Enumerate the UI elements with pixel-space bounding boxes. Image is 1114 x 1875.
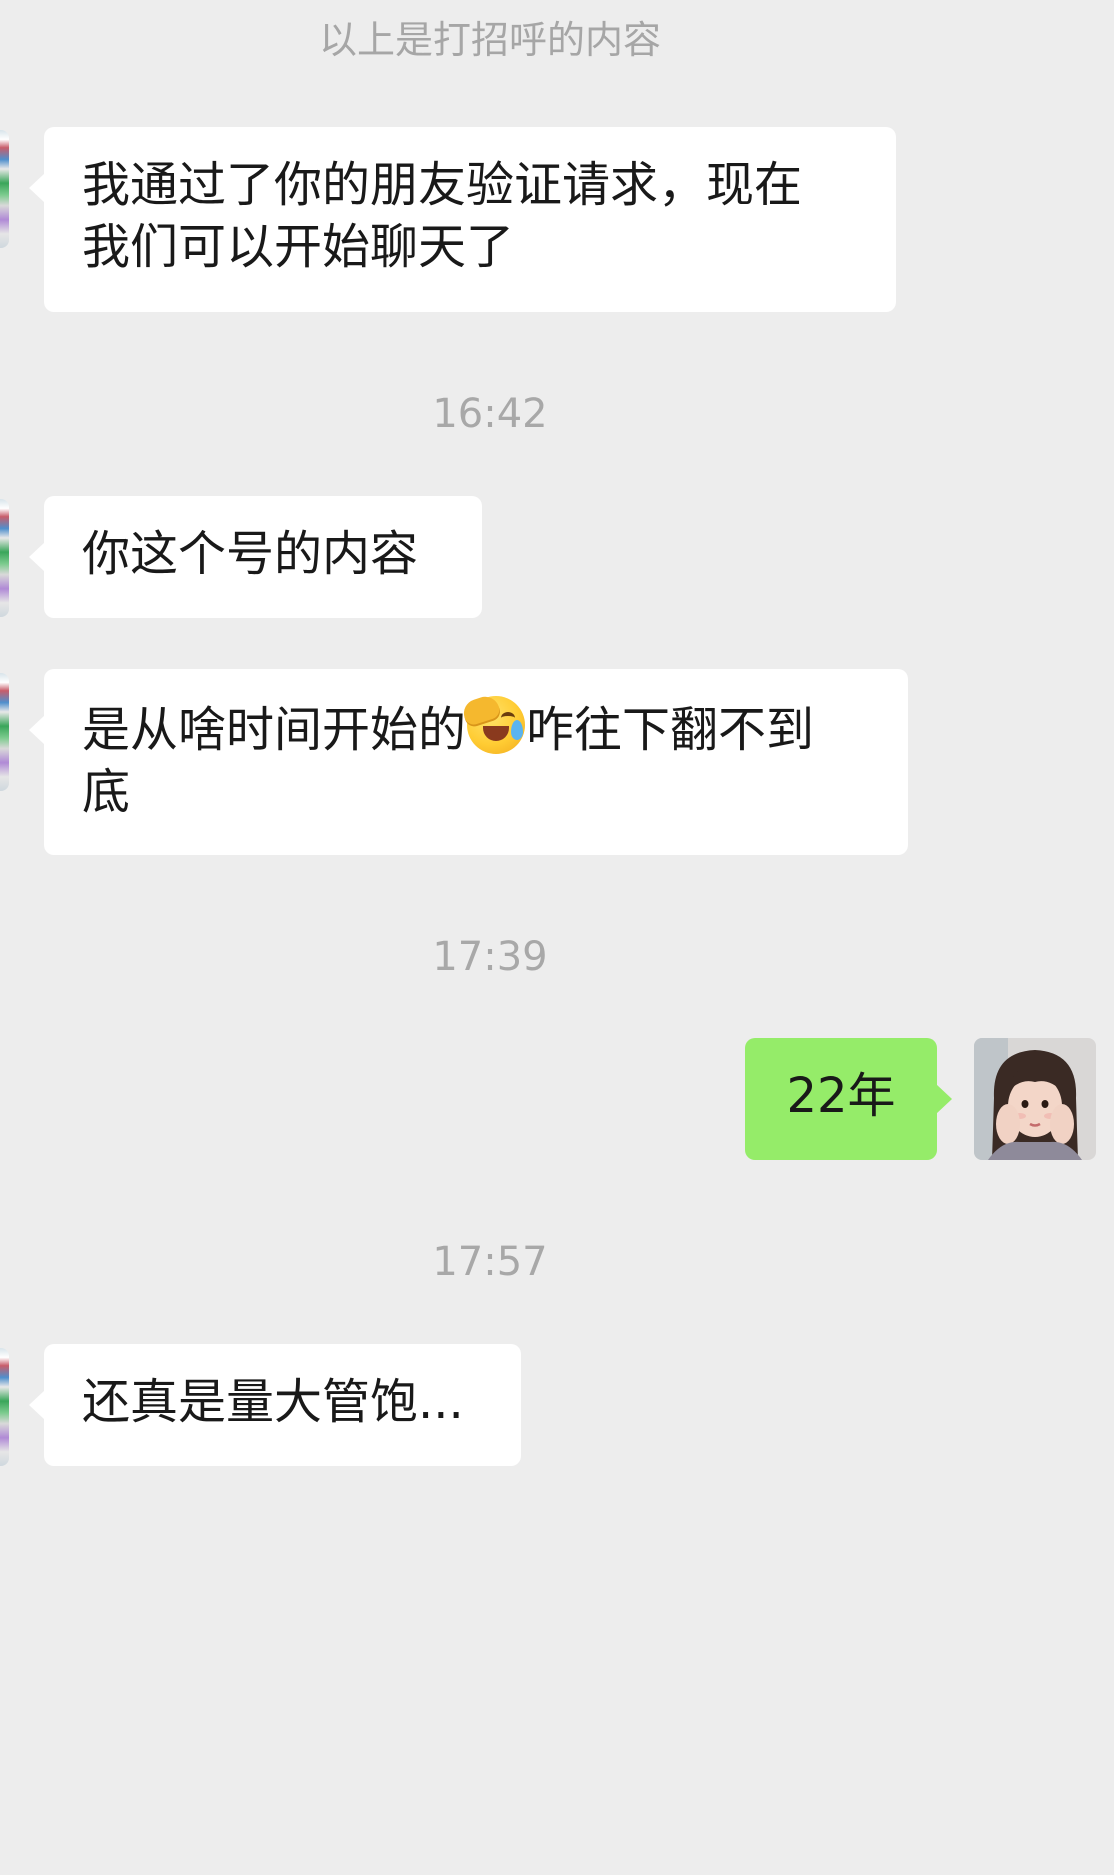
- incoming-message-bubble[interactable]: 你这个号的内容: [29, 496, 482, 618]
- incoming-message-bubble[interactable]: 我通过了你的朋友验证请求，现在 我们可以开始聊天了: [29, 127, 896, 312]
- message-line: 是从啥时间开始的 咋往下翻不到: [82, 693, 870, 761]
- message-line: 我通过了你的朋友验证请求，现在: [82, 157, 803, 213]
- contact-avatar[interactable]: [0, 499, 9, 617]
- timestamp: 17:57: [432, 1239, 548, 1285]
- incoming-message-bubble[interactable]: 还真是量大管饱...: [29, 1344, 521, 1466]
- message-line: 底: [82, 764, 131, 820]
- contact-avatar[interactable]: [0, 130, 9, 248]
- message-text: 还真是量大管饱...: [82, 1374, 464, 1430]
- message-line: 我们可以开始聊天了: [82, 219, 515, 275]
- message-text: 咋往下翻不到: [526, 702, 815, 758]
- face-palm-crying-emoji-icon: [460, 693, 526, 754]
- message-text: 是从啥时间开始的: [82, 702, 467, 758]
- incoming-message-bubble[interactable]: 是从啥时间开始的 咋往下翻不到 底: [29, 669, 908, 855]
- contact-avatar[interactable]: [0, 1348, 9, 1466]
- timestamp: 16:42: [432, 391, 548, 437]
- contact-avatar[interactable]: [0, 673, 9, 791]
- user-avatar[interactable]: [974, 1038, 1096, 1160]
- outgoing-message-bubble[interactable]: 22年: [745, 1038, 952, 1160]
- user-avatar-image: [974, 1038, 1096, 1160]
- greeting-note: 以上是打招呼的内容: [318, 18, 661, 62]
- message-text: 22年: [786, 1068, 896, 1124]
- timestamp: 17:39: [432, 934, 548, 980]
- message-text: 你这个号的内容: [82, 526, 419, 582]
